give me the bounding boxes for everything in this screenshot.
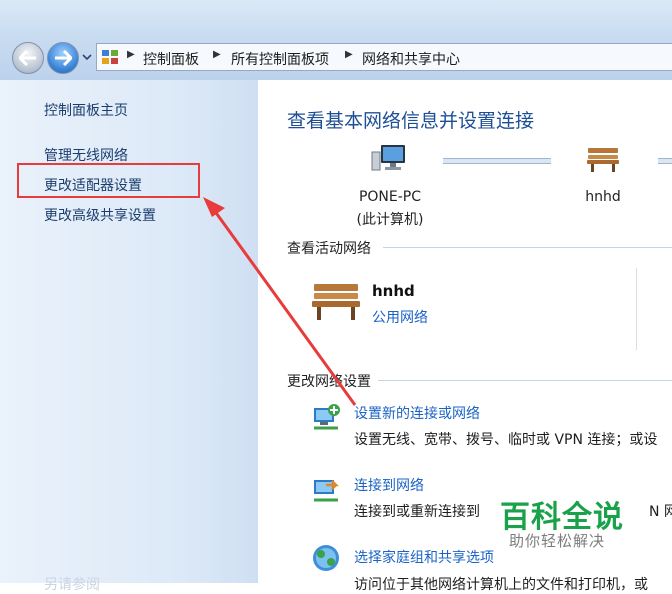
internet-link-line bbox=[658, 158, 672, 164]
column-divider bbox=[636, 268, 637, 350]
active-network-name: hnhd bbox=[372, 282, 415, 300]
section-divider bbox=[383, 247, 672, 248]
control-panel-icon bbox=[102, 50, 118, 64]
title-bar: ▶ 控制面板 ▶ 所有控制面板项 ▶ 网络和共享中心 bbox=[0, 0, 672, 80]
breadcrumb-separator-icon[interactable]: ▶ bbox=[345, 49, 353, 60]
network-link-line bbox=[443, 158, 551, 164]
change-settings-heading: 更改网络设置 bbox=[287, 374, 371, 390]
arrow-right-icon bbox=[55, 50, 72, 66]
setup-connection-link[interactable]: 设置新的连接或网络 bbox=[354, 403, 480, 423]
forward-button[interactable] bbox=[47, 42, 79, 74]
network-name: hnhd bbox=[585, 189, 621, 205]
sidebar-item-advanced-sharing[interactable]: 更改高级共享设置 bbox=[44, 205, 156, 225]
recent-pages-chevron-down-icon[interactable] bbox=[82, 52, 92, 62]
setup-connection-description: 设置无线、宽带、拨号、临时或 VPN 连接；或设 bbox=[354, 432, 658, 448]
breadcrumb-network-center[interactable]: 网络和共享中心 bbox=[362, 49, 460, 69]
breadcrumb-control-panel[interactable]: 控制面板 bbox=[143, 49, 199, 69]
left-navigation-pane bbox=[0, 80, 258, 583]
sidebar-item-control-panel-home[interactable]: 控制面板主页 bbox=[44, 100, 128, 120]
computer-subtitle: (此计算机) bbox=[356, 212, 424, 228]
arrow-left-icon bbox=[19, 50, 36, 66]
back-button[interactable] bbox=[12, 42, 44, 74]
new-connection-icon bbox=[314, 404, 340, 430]
bench-icon bbox=[312, 284, 360, 320]
address-bar[interactable]: ▶ 控制面板 ▶ 所有控制面板项 ▶ 网络和共享中心 bbox=[96, 43, 672, 71]
network-type-link[interactable]: 公用网络 bbox=[372, 307, 428, 327]
highlight-box bbox=[17, 163, 200, 198]
computer-name: PONE-PC bbox=[358, 189, 422, 205]
breadcrumb-separator-icon[interactable]: ▶ bbox=[127, 49, 135, 60]
breadcrumb-all-items[interactable]: 所有控制面板项 bbox=[231, 49, 329, 69]
breadcrumb-separator-icon[interactable]: ▶ bbox=[213, 49, 221, 60]
computer-icon bbox=[371, 145, 405, 171]
connect-network-description-tail: N 网 bbox=[649, 504, 672, 520]
bench-icon bbox=[587, 148, 619, 172]
connect-network-icon bbox=[314, 480, 340, 502]
homegroup-icon bbox=[313, 545, 339, 571]
section-divider bbox=[378, 380, 672, 381]
page-title: 查看基本网络信息并设置连接 bbox=[287, 110, 535, 132]
connect-network-link[interactable]: 连接到网络 bbox=[354, 475, 424, 495]
connect-network-description: 连接到或重新连接到 bbox=[354, 504, 480, 520]
homegroup-link[interactable]: 选择家庭组和共享选项 bbox=[354, 547, 494, 567]
sidebar-item-manage-wireless[interactable]: 管理无线网络 bbox=[44, 145, 128, 165]
active-networks-heading: 查看活动网络 bbox=[287, 241, 371, 257]
watermark-subtitle: 助你轻松解决 bbox=[509, 532, 606, 550]
see-also-heading: 另请参阅 bbox=[44, 577, 100, 593]
homegroup-description: 访问位于其他网络计算机上的文件和打印机，或 bbox=[354, 577, 648, 593]
